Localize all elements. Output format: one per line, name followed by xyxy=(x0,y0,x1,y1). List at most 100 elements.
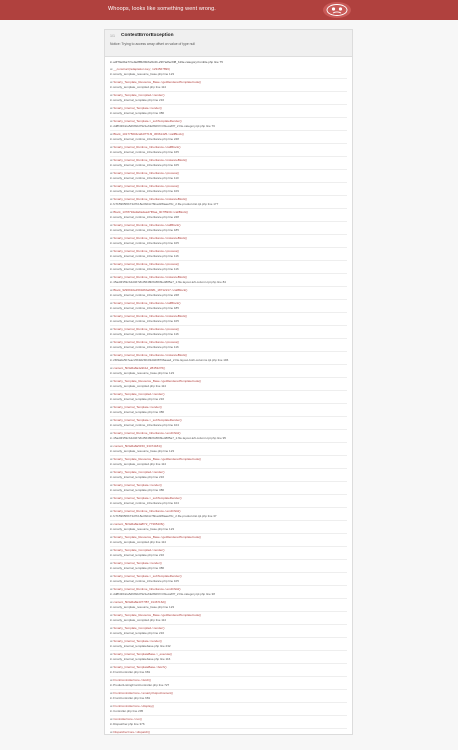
trace-frame: at Smarty_Internal_TemplateBase->fetch()… xyxy=(110,664,347,677)
symfony-ghost-icon xyxy=(323,2,351,18)
trace-frame: at Smarty_Template_Resource_Base->getRen… xyxy=(110,378,347,391)
frame-file: in smarty_internal_runtime_inheritance.p… xyxy=(110,189,179,193)
frame-file: in fc7b5995f0b73d7b18e3b04c76bad1f8aaa76… xyxy=(110,202,219,206)
trace-frame: at content_5b9a5a8a4e9b1d_28453276() in s… xyxy=(110,365,347,378)
error-headline: Whoops, looks like something went wrong. xyxy=(108,6,216,12)
trace-frame: at Smarty_Internal_Template->_subTemplat… xyxy=(110,118,347,131)
trace-frame: at Block_101775604ca6d7f71f3_36661425->c… xyxy=(110,131,347,144)
frame-file: in smarty_template_resource_base.php lin… xyxy=(110,605,175,609)
frame-file: in smarty_internal_template.php line 216 xyxy=(110,397,165,401)
trace-frame: at Smarty_Internal_TemplateBase->_execut… xyxy=(110,651,347,664)
trace-frame: at Smarty_Internal_Runtime_Inheritance->… xyxy=(110,170,347,183)
frame-file: in ProductListingFrontController.php lin… xyxy=(110,683,170,687)
frame-file: in smarty_internal_template.php line 386 xyxy=(110,488,165,492)
frame-file: in 45ad0f159cb4d4672bd5648bf9d59f3e4885a… xyxy=(110,280,226,284)
trace-frame: at Smarty_Internal_Runtime_Inheritance->… xyxy=(110,339,347,352)
frame-file: in smarty_template_compiled.php line 114 xyxy=(110,462,166,466)
frame-file: in fc7b5995f0b73d7b18e3b04c76bad1f8aaa76… xyxy=(110,514,217,518)
frame-file: in 2f09a0e5b7eacc5b9d2f2b03d3d08766aaa4_… xyxy=(110,358,229,362)
frame-file: in smarty_internal_runtime_inheritance.p… xyxy=(110,150,179,154)
frame-file: in smarty_internal_runtime_inheritance.p… xyxy=(110,345,179,349)
trace-frame: at content_5b9a5a8a5150_33474184() in sma… xyxy=(110,443,347,456)
frame-file: in smarty_template_resource_base.php lin… xyxy=(110,527,175,531)
frame-file: in smarty_internal_runtime_inheritance.p… xyxy=(110,423,179,427)
stack-trace: at __construct('adaptation key', 1234567… xyxy=(105,66,352,734)
trace-frame: at Smarty_Internal_Template->_subTemplat… xyxy=(110,573,347,586)
exception-message: Notice: Trying to access array offset on… xyxy=(110,42,195,46)
exception-source: in a3f79e0ba77ce9e8852f4b6e5c2b-23f7a2fe… xyxy=(110,60,223,64)
trace-frame: at Smarty_Internal_Template->_subTemplat… xyxy=(110,417,347,430)
frame-file: in smarty_internal_templatebase.php line… xyxy=(110,657,171,661)
trace-frame: at Smarty_Internal_Runtime_Inheritance->… xyxy=(110,274,347,287)
frame-file: in FrontController.php line 681 xyxy=(110,670,151,674)
trace-frame: at Smarty_Internal_Runtime_Inheritance->… xyxy=(110,248,347,261)
frame-file: in smarty_template_resource_base.php lin… xyxy=(110,371,175,375)
trace-frame: at Smarty_Template_Compiled->render() in … xyxy=(110,391,347,404)
trace-frame: at Smarty_Template_Compiled->render() in … xyxy=(110,625,347,638)
trace-frame: at Smarty_Template_Resource_Base->getRen… xyxy=(110,79,347,92)
trace-frame: at Smarty_Internal_Runtime_Inheritance->… xyxy=(110,430,347,443)
trace-frame: at Smarty_Template_Resource_Base->getRen… xyxy=(110,456,347,469)
trace-frame: at DispatcherCore->dispatch()in index.ph… xyxy=(110,729,347,734)
frame-file: in smarty_internal_template.php line 386 xyxy=(110,566,165,570)
trace-frame: at Smarty_Internal_Runtime_Inheritance->… xyxy=(110,183,347,196)
frame-file: in smarty_internal_template.php line 216 xyxy=(110,553,165,557)
trace-frame: at Smarty_Template_Resource_Base->getRen… xyxy=(110,534,347,547)
trace-frame: at Smarty_Internal_Runtime_Inheritance->… xyxy=(110,235,347,248)
trace-frame: at Smarty_Internal_Runtime_Inheritance->… xyxy=(110,196,347,209)
trace-frame: at FrontControllerCore->smartyOutputCont… xyxy=(110,690,347,703)
frame-file: in smarty_template_compiled.php line 114 xyxy=(110,384,166,388)
frame-file: in smarty_internal_runtime_inheritance.p… xyxy=(110,293,179,297)
frame-file: in smarty_template_compiled.php line 114 xyxy=(110,540,166,544)
frame-file: in smarty_internal_runtime_inheritance.p… xyxy=(110,137,179,141)
frame-file: in smarty_internal_runtime_inheritance.p… xyxy=(110,215,179,219)
trace-frame: at Smarty_Internal_Runtime_Inheritance->… xyxy=(110,144,347,157)
frame-file: in smarty_internal_templatebase.php line… xyxy=(110,644,171,648)
trace-frame: at Smarty_Internal_Runtime_Inheritance->… xyxy=(110,157,347,170)
trace-frame: at Smarty_Internal_Template->_subTemplat… xyxy=(110,495,347,508)
trace-frame: at Smarty_Internal_Runtime_Inheritance->… xyxy=(110,326,347,339)
trace-frame: at Smarty_Internal_Template->render() in … xyxy=(110,482,347,495)
trace-frame: at Smarty_Internal_Template->render() in … xyxy=(110,105,347,118)
frame-file: in smarty_internal_template.php line 216 xyxy=(110,631,165,635)
frame-file: in smarty_internal_runtime_inheritance.p… xyxy=(110,332,179,336)
frame-file: in smarty_internal_runtime_inheritance.p… xyxy=(110,163,179,167)
frame-file: in smarty_template_resource_base.php lin… xyxy=(110,72,175,76)
trace-frame: at Smarty_Template_Compiled->render() in … xyxy=(110,469,347,482)
trace-frame: at Smarty_Internal_Runtime_Inheritance->… xyxy=(110,586,347,599)
frame-file: in smarty_internal_runtime_inheritance.p… xyxy=(110,241,179,245)
trace-frame: at FrontControllerCore->display() in Cont… xyxy=(110,703,347,716)
trace-frame: at Block_9296910a1593d6ba9b81_18712217->… xyxy=(110,287,347,300)
exception-counter: 1/1 xyxy=(110,34,115,38)
frame-file: in smarty_internal_runtime_inheritance.p… xyxy=(110,228,179,232)
trace-frame: at Smarty_Internal_Runtime_Inheritance->… xyxy=(110,222,347,235)
frame-file: in smarty_internal_runtime_inheritance.p… xyxy=(110,501,179,505)
frame-file: in 45ad0f159cb4d4672bd5648bf9d59f3e4885a… xyxy=(110,436,226,440)
trace-frame: at Smarty_Template_Compiled->render() in … xyxy=(110,92,347,105)
exception-class: ContextErrorException xyxy=(121,33,174,38)
trace-frame: at Smarty_Internal_Template->render() in … xyxy=(110,404,347,417)
trace-frame: at content_5b9a5a8a4a8f72_77395436() in s… xyxy=(110,521,347,534)
frame-file: in smarty_internal_runtime_inheritance.p… xyxy=(110,267,179,271)
frame-file: in smarty_internal_runtime_inheritance.p… xyxy=(110,254,179,258)
trace-frame: at Smarty_Internal_Runtime_Inheritance->… xyxy=(110,313,347,326)
trace-frame: at Smarty_Template_Resource_Base->getRen… xyxy=(110,612,347,625)
exception-header: 1/1 ContextErrorException Notice: Trying… xyxy=(105,30,352,57)
trace-frame: at Smarty_Internal_Template->render() in … xyxy=(110,560,347,573)
frame-file: in smarty_internal_runtime_inheritance.p… xyxy=(110,176,179,180)
frame-file: in Controller.php line 295 xyxy=(110,709,144,713)
trace-frame: at ControllerCore->run() in Dispatcher.ph… xyxy=(110,716,347,729)
trace-frame: at __construct('adaptation key', 1234567… xyxy=(110,66,347,79)
trace-frame: at Smarty_Internal_Runtime_Inheritance->… xyxy=(110,508,347,521)
exception-panel: 1/1 ContextErrorException Notice: Trying… xyxy=(104,29,353,735)
trace-frame: at Block_1378794a9a9a4aa47ff0aa_9b7f5930… xyxy=(110,209,347,222)
frame-file: in smarty_template_compiled.php line 114 xyxy=(110,85,166,89)
frame-file: in smarty_internal_template.php line 216 xyxy=(110,98,165,102)
frame-file: in smarty_internal_runtime_inheritance.p… xyxy=(110,319,179,323)
frame-file: in smarty_template_resource_base.php lin… xyxy=(110,449,175,453)
trace-frame: at Smarty_Template_Compiled->render() in … xyxy=(110,547,347,560)
frame-file: in Dispatcher.php line 376 xyxy=(110,722,145,726)
frame-file: in dd8f4364ca5d9fb0d7921e6fe8b067c3f1eca… xyxy=(110,592,215,596)
trace-frame: at Smarty_Internal_Runtime_Inheritance->… xyxy=(110,261,347,274)
trace-frame: at Smarty_Internal_Template->render() in … xyxy=(110,638,347,651)
